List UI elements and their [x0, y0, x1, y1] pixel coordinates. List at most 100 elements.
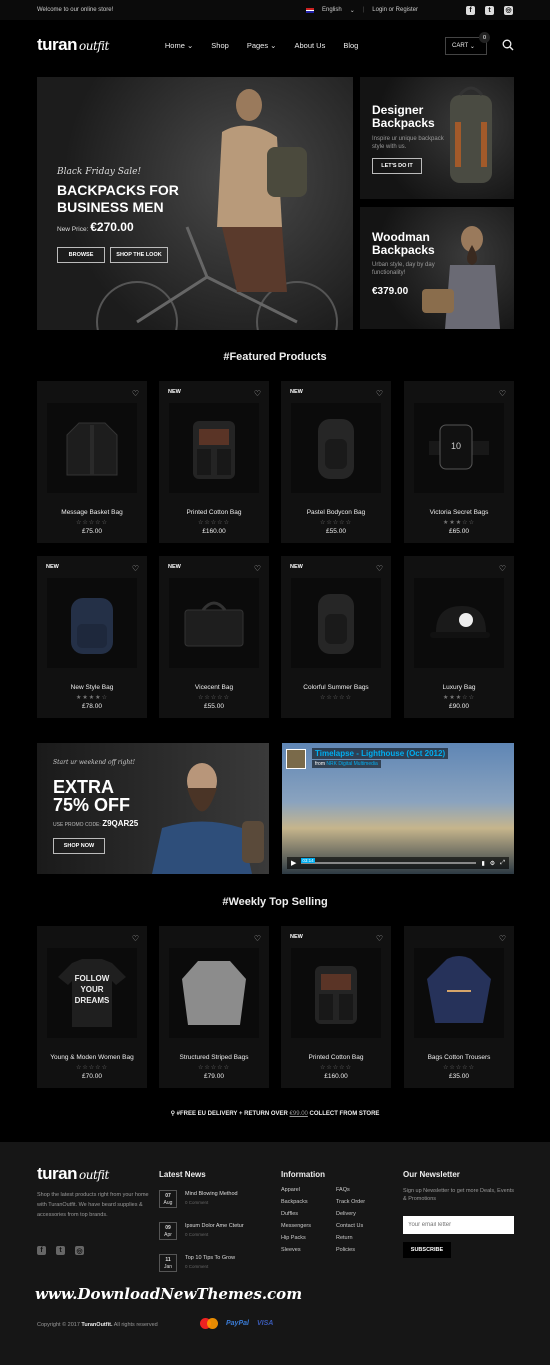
product-name[interactable]: Bags Cotton Trousers — [404, 1054, 514, 1061]
heart-icon[interactable]: ♡ — [376, 934, 383, 943]
heart-icon[interactable]: ♡ — [132, 934, 139, 943]
product-card[interactable]: ♡ Structured Striped Bags ☆☆☆☆☆ £79.00 — [159, 926, 269, 1088]
product-name[interactable]: Printed Cotton Bag — [159, 509, 269, 516]
woodman-backpacks-banner[interactable]: Woodman Backpacks Urban style, day by da… — [360, 207, 514, 329]
nav-shop[interactable]: Shop — [211, 41, 229, 50]
shop-now-button[interactable]: SHOP NOW — [53, 838, 105, 854]
browse-button[interactable]: BROWSE — [57, 247, 105, 263]
product-price: £90.00 — [449, 703, 469, 710]
footer-link[interactable]: Contact Us — [336, 1223, 363, 1229]
heart-icon[interactable]: ♡ — [499, 389, 506, 398]
hero-banner[interactable]: Black Friday Sale! BACKPACKS FOR BUSINES… — [37, 77, 353, 330]
nav-home[interactable]: Home ⌄ — [165, 41, 193, 50]
volume-icon[interactable]: ▮ — [481, 860, 484, 867]
product-name[interactable]: Luxury Bag — [404, 684, 514, 691]
instagram-icon[interactable]: ◎ — [504, 5, 513, 15]
product-card[interactable]: ♡ Bags Cotton Trousers ☆☆☆☆☆ £35.00 — [404, 926, 514, 1088]
news-title[interactable]: Top 10 Tips To Grow — [185, 1255, 235, 1261]
footer-link[interactable]: Hip Packs — [281, 1235, 306, 1241]
login-register-link[interactable]: Login or Register — [372, 7, 418, 13]
heart-icon[interactable]: ♡ — [254, 389, 261, 398]
newsletter-email-input[interactable] — [403, 1216, 514, 1234]
product-card[interactable]: ♡ Luxury Bag ★★★☆☆ £90.00 — [404, 556, 514, 718]
cart-button[interactable]: CART ⌄ 0 — [445, 32, 490, 55]
footer-link[interactable]: Return — [336, 1235, 353, 1241]
product-image[interactable] — [169, 403, 259, 493]
news-title[interactable]: Ipsum Dolor Ame Ctetur — [185, 1223, 244, 1229]
product-name[interactable]: Pastel Bodycon Bag — [281, 509, 391, 516]
site-logo[interactable]: turan outfit — [37, 35, 109, 55]
product-image[interactable] — [414, 948, 504, 1038]
product-card[interactable]: NEW ♡ Vicecent Bag ☆☆☆☆☆ £55.00 — [159, 556, 269, 718]
facebook-icon[interactable]: f — [37, 1246, 46, 1255]
product-image[interactable] — [291, 403, 381, 493]
news-title[interactable]: Mind Blowing Method — [185, 1191, 238, 1197]
footer-link[interactable]: Track Order — [336, 1199, 365, 1205]
footer-link[interactable]: Apparel — [281, 1187, 300, 1193]
footer-link[interactable]: FAQs — [336, 1187, 350, 1193]
facebook-icon[interactable]: f — [466, 5, 475, 15]
lets-do-it-button[interactable]: LET'S DO IT — [372, 158, 422, 174]
footer-link[interactable]: Sleeves — [281, 1247, 301, 1253]
product-name[interactable]: Colorful Summer Bags — [281, 684, 391, 691]
heart-icon[interactable]: ♡ — [499, 934, 506, 943]
nav-pages[interactable]: Pages ⌄ — [247, 41, 277, 50]
twitter-icon[interactable]: t — [56, 1246, 65, 1255]
heart-icon[interactable]: ♡ — [254, 564, 261, 573]
video-title[interactable]: Timelapse - Lighthouse (Oct 2012) — [312, 748, 449, 759]
language-selector[interactable]: English — [322, 7, 342, 13]
heart-icon[interactable]: ♡ — [254, 934, 261, 943]
product-image[interactable]: FOLLOW YOUR DREAMS — [47, 948, 137, 1038]
product-price: £65.00 — [449, 528, 469, 535]
product-image[interactable] — [414, 578, 504, 668]
product-card[interactable]: NEW ♡ Colorful Summer Bags ☆☆☆☆☆ — [281, 556, 391, 718]
fullscreen-icon[interactable]: ⤢ — [500, 860, 505, 867]
news-comments: 0 Comment — [185, 1264, 209, 1269]
product-card[interactable]: ♡ Message Basket Bag ☆☆☆☆☆ £75.00 — [37, 381, 147, 543]
twitter-icon[interactable]: t — [485, 5, 494, 15]
promo-banner[interactable]: Start ur weekend off right! EXTRA 75% OF… — [37, 743, 269, 874]
product-image[interactable] — [291, 578, 381, 668]
heart-icon[interactable]: ♡ — [132, 389, 139, 398]
designer-backpacks-banner[interactable]: Designer Backpacks Inspire ur unique bac… — [360, 77, 514, 199]
nav-blog[interactable]: Blog — [343, 41, 358, 50]
settings-icon[interactable]: ⚙ — [490, 860, 495, 867]
video-player[interactable]: Timelapse - Lighthouse (Oct 2012) from N… — [282, 743, 514, 874]
product-image[interactable] — [291, 948, 381, 1038]
product-image[interactable] — [169, 578, 259, 668]
product-card[interactable]: ♡ 10 Victoria Secret Bags ★★★☆☆ £65.00 — [404, 381, 514, 543]
product-image[interactable] — [47, 578, 137, 668]
product-name[interactable]: Structured Striped Bags — [159, 1054, 269, 1061]
heart-icon[interactable]: ♡ — [376, 389, 383, 398]
play-icon[interactable]: ▶ — [291, 859, 296, 867]
subscribe-button[interactable]: SUBSCRIBE — [403, 1242, 451, 1258]
heart-icon[interactable]: ♡ — [376, 564, 383, 573]
product-image[interactable]: 10 — [414, 403, 504, 493]
product-name[interactable]: New Style Bag — [37, 684, 147, 691]
product-name[interactable]: Message Basket Bag — [37, 509, 147, 516]
product-name[interactable]: Vicecent Bag — [159, 684, 269, 691]
search-icon[interactable] — [502, 39, 514, 51]
video-progress-bar[interactable]: 03:14 — [301, 858, 477, 864]
product-card[interactable]: NEW ♡ New Style Bag ★★★★☆ £78.00 — [37, 556, 147, 718]
footer-link[interactable]: Backpacks — [281, 1199, 308, 1205]
product-card[interactable]: NEW ♡ Printed Cotton Bag ☆☆☆☆☆ £160.00 — [281, 926, 391, 1088]
heart-icon[interactable]: ♡ — [499, 564, 506, 573]
product-card[interactable]: NEW ♡ Printed Cotton Bag ☆☆☆☆☆ £160.00 — [159, 381, 269, 543]
instagram-icon[interactable]: ◎ — [75, 1246, 84, 1255]
footer-link[interactable]: Messengers — [281, 1223, 311, 1229]
product-image[interactable] — [47, 403, 137, 493]
footer-link[interactable]: Delivery — [336, 1211, 356, 1217]
nav-about[interactable]: About Us — [294, 41, 325, 50]
product-card[interactable]: ♡ FOLLOW YOUR DREAMS Young & Moden Women Bag… — [37, 926, 147, 1088]
shop-the-look-button[interactable]: SHOP THE LOOK — [110, 247, 168, 263]
product-image[interactable] — [169, 948, 259, 1038]
footer-link[interactable]: Duffles — [281, 1211, 298, 1217]
product-name[interactable]: Printed Cotton Bag — [281, 1054, 391, 1061]
product-name[interactable]: Young & Moden Women Bag — [37, 1054, 147, 1061]
footer-logo[interactable]: turan outfit — [37, 1164, 109, 1184]
product-name[interactable]: Victoria Secret Bags — [404, 509, 514, 516]
heart-icon[interactable]: ♡ — [132, 564, 139, 573]
footer-link[interactable]: Policies — [336, 1247, 355, 1253]
product-card[interactable]: NEW ♡ Pastel Bodycon Bag ☆☆☆☆☆ £55.00 — [281, 381, 391, 543]
